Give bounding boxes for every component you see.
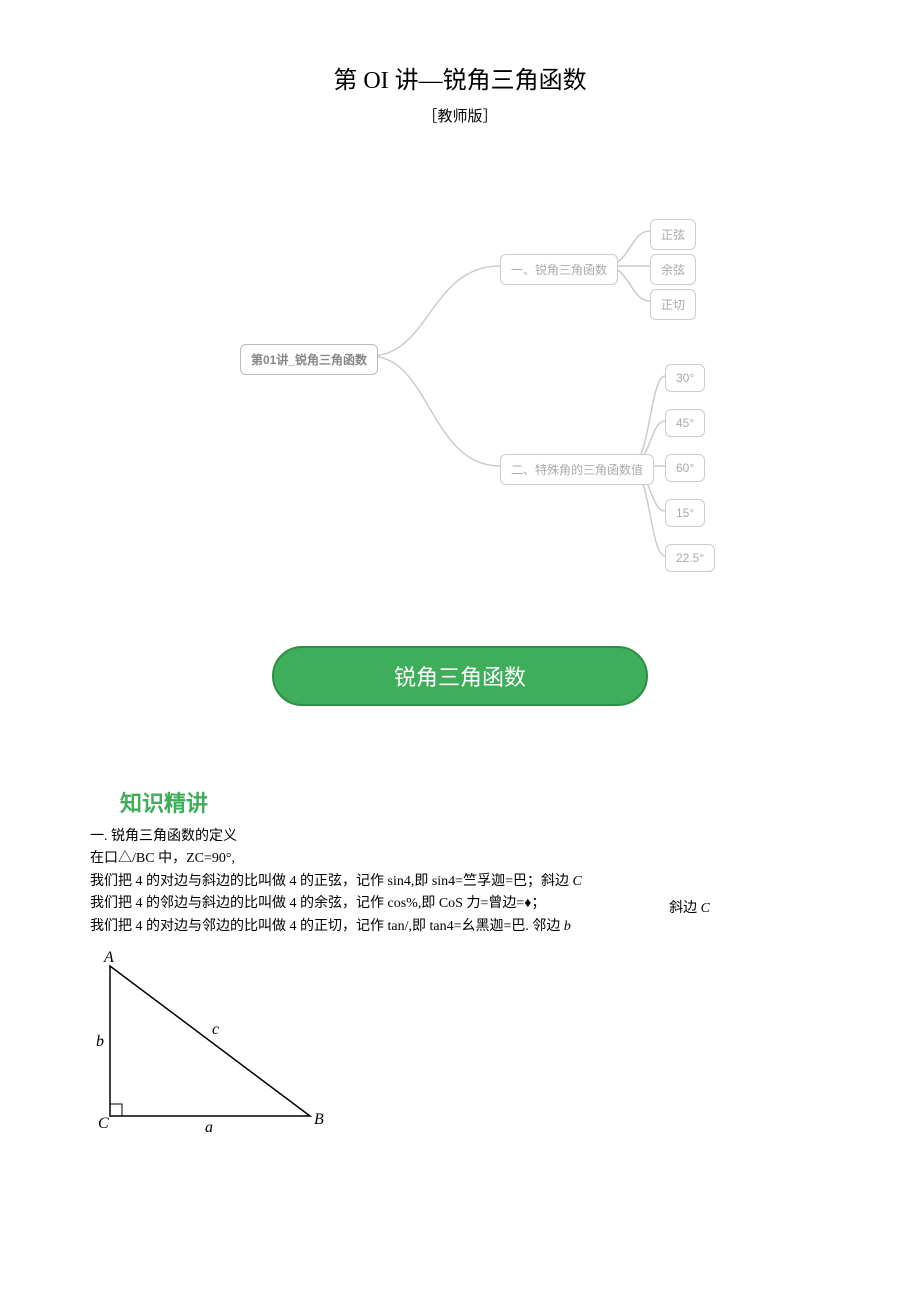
mindmap-diagram: 第01讲_锐角三角函数 一、锐角三角函数 正弦 余弦 正切 二、特殊角的三角函数…: [210, 206, 710, 586]
def-line1: 在口△/BC 中，ZC=90°,: [90, 848, 830, 870]
triangle-diagram: A B C b a c: [90, 946, 330, 1136]
mindmap-leaf-30: 30°: [665, 364, 705, 392]
def-line3-side: 斜边 C: [669, 898, 710, 920]
def-line4-b: b: [564, 919, 571, 934]
def-line3-side-text: 斜边: [669, 901, 701, 916]
mindmap-branch2: 二、特殊角的三角函数值: [500, 454, 654, 485]
page-title: 第 OI 讲—锐角三角函数: [90, 60, 830, 95]
def-line2-text: 我们把 4 的对边与斜边的比叫做 4 的正弦，记作 sin4,即 sin4=竺孚…: [90, 874, 572, 889]
mindmap-root: 第01讲_锐角三角函数: [240, 344, 378, 375]
triangle-label-B: B: [314, 1111, 324, 1128]
section-banner-wrap: 锐角三角函数: [90, 646, 830, 706]
mindmap-branch1: 一、锐角三角函数: [500, 254, 618, 285]
triangle-label-c: c: [212, 1021, 219, 1038]
section-heading: 知识精讲: [120, 786, 830, 818]
mindmap-leaf-tangent: 正切: [650, 289, 696, 320]
page-subtitle: ［教师版］: [90, 105, 830, 126]
def-line4-text: 我们把 4 的对边与邻边的比叫做 4 的正切，记作 tan/,即 tan4=幺黑…: [90, 919, 564, 934]
triangle-label-C: C: [98, 1115, 109, 1132]
def-heading: 一. 锐角三角函数的定义: [90, 826, 830, 848]
def-line4: 我们把 4 的对边与邻边的比叫做 4 的正切，记作 tan/,即 tan4=幺黑…: [90, 916, 830, 938]
def-line3: 我们把 4 的邻边与斜边的比叫做 4 的余弦，记作 cos%,即 CoS 力=曾…: [90, 893, 830, 915]
section-banner: 锐角三角函数: [272, 646, 648, 706]
mindmap-leaf-60: 60°: [665, 454, 705, 482]
mindmap-leaf-22: 22.5°: [665, 544, 715, 572]
triangle-label-A: A: [103, 949, 114, 966]
triangle-label-a: a: [205, 1119, 213, 1136]
mindmap-leaf-sine: 正弦: [650, 219, 696, 250]
def-line2-c: C: [572, 874, 581, 889]
mindmap-connectors: [210, 206, 710, 586]
def-line3-side-c: C: [701, 901, 710, 916]
mindmap-leaf-15: 15°: [665, 499, 705, 527]
mindmap-leaf-45: 45°: [665, 409, 705, 437]
triangle-label-b: b: [96, 1033, 104, 1050]
def-line2: 我们把 4 的对边与斜边的比叫做 4 的正弦，记作 sin4,即 sin4=竺孚…: [90, 871, 830, 893]
body-text: 一. 锐角三角函数的定义 在口△/BC 中，ZC=90°, 我们把 4 的对边与…: [90, 826, 830, 938]
mindmap-leaf-cosine: 余弦: [650, 254, 696, 285]
